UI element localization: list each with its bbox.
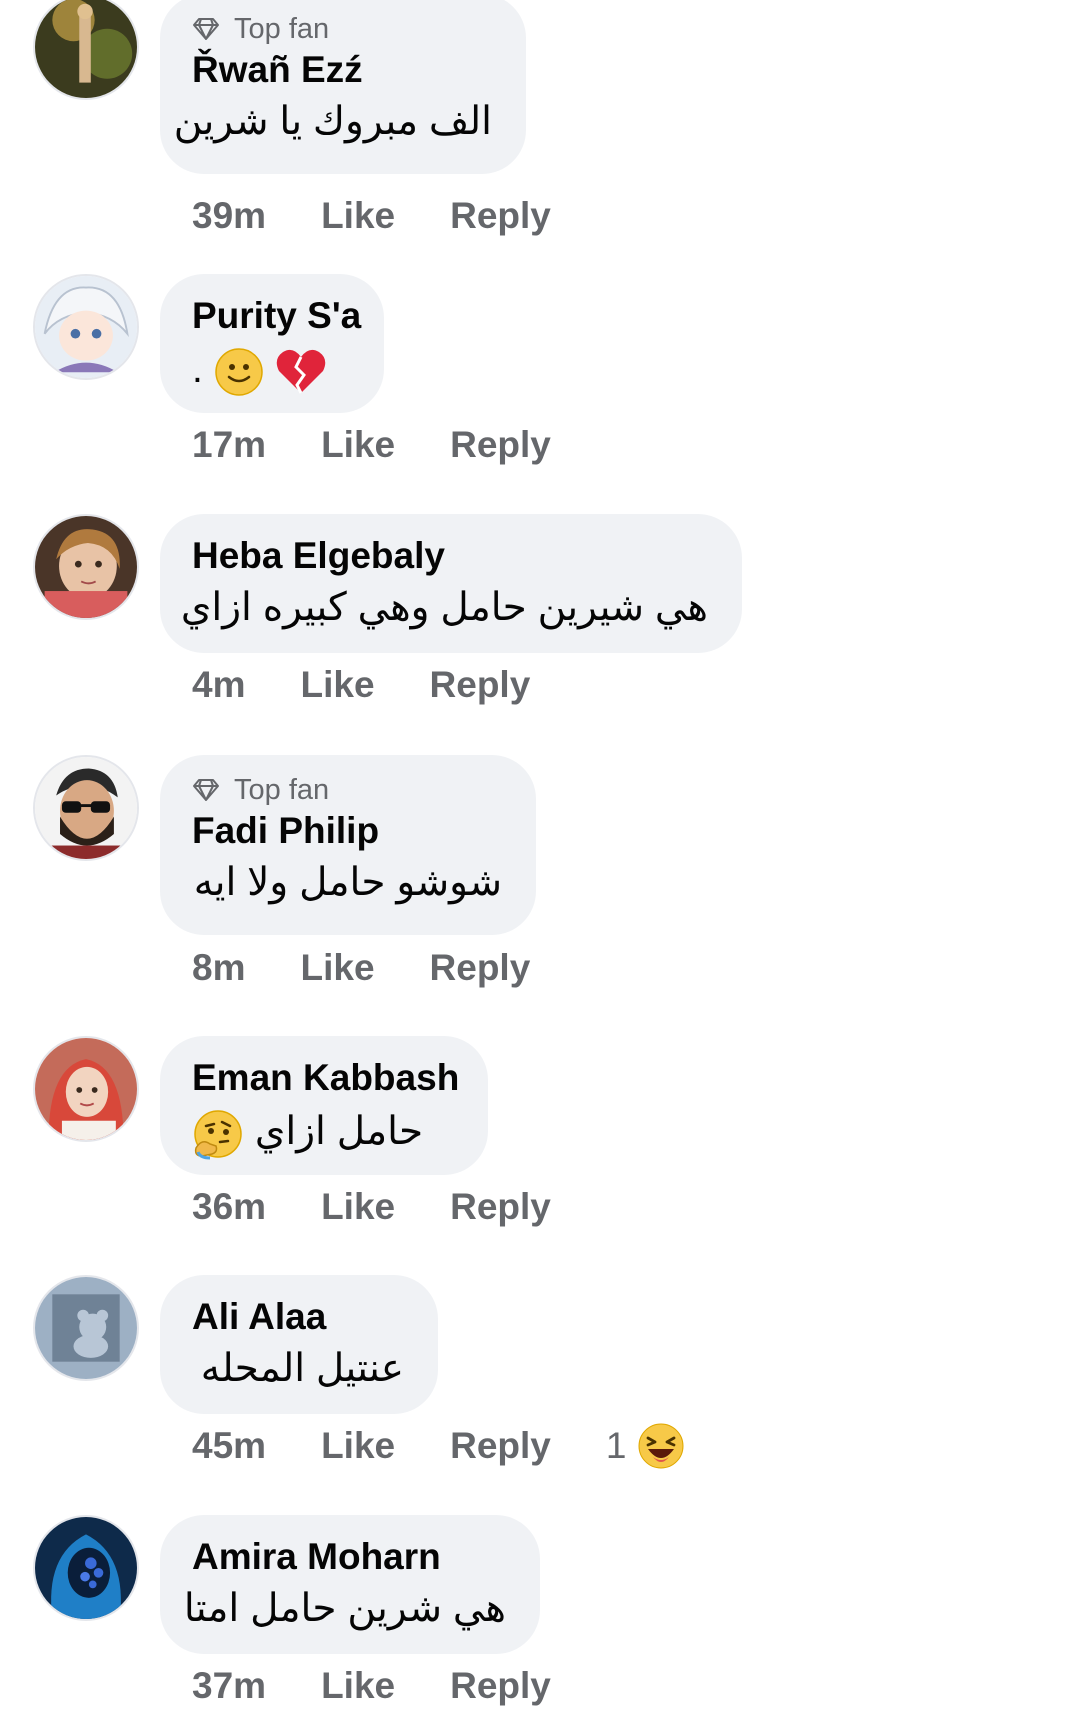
comment-actions: 8m Like Reply <box>192 943 530 993</box>
comment-actions: 39m Like Reply <box>192 191 551 241</box>
comment-author[interactable]: Eman Kabbash <box>192 1054 459 1102</box>
woman-photo-avatar[interactable] <box>33 1036 139 1142</box>
comment-bubble[interactable]: Heba Elgebaly هي شيرين حامل وهي كبيره از… <box>160 514 742 653</box>
comment-bubble[interactable]: Eman Kabbash حامل ازاي <box>160 1036 488 1175</box>
comment-text: عنتيل المحله <box>200 1347 404 1390</box>
comment-author[interactable]: Purity S'a <box>192 292 361 340</box>
reply-button[interactable]: Reply <box>450 1186 551 1228</box>
comment-time[interactable]: 45m <box>192 1425 266 1467</box>
comment-actions: 45m Like Reply 1 <box>192 1421 684 1471</box>
comment-time[interactable]: 37m <box>192 1665 266 1707</box>
comment-bubble[interactable]: Purity S'a . <box>160 274 384 413</box>
top-fan-badge: Top fan <box>192 773 502 807</box>
comment-actions: 17m Like Reply <box>192 420 551 470</box>
slightly-smiling-face-icon <box>214 347 263 396</box>
comment-author[interactable]: Amira Moharn <box>192 1533 506 1581</box>
reply-button[interactable]: Reply <box>430 947 531 989</box>
like-button[interactable]: Like <box>321 1665 395 1707</box>
teddy-bear-avatar[interactable] <box>33 1275 139 1381</box>
top-fan-badge: Top fan <box>192 12 492 46</box>
like-button[interactable]: Like <box>300 947 374 989</box>
comment-time[interactable]: 36m <box>192 1186 266 1228</box>
comment-time[interactable]: 17m <box>192 424 266 466</box>
broken-heart-icon <box>276 349 325 394</box>
comment-author[interactable]: Fadi Philip <box>192 807 502 855</box>
comment-actions: 4m Like Reply <box>192 660 530 710</box>
reply-button[interactable]: Reply <box>450 424 551 466</box>
comment-bubble[interactable]: Top fan Fadi Philip شوشو حامل ولا ايه <box>160 755 536 935</box>
comment-text: الف مبروك يا شرين <box>173 100 492 143</box>
comment-text: هي شرين حامل امتا <box>183 1587 506 1630</box>
anime-character-avatar[interactable] <box>33 274 139 380</box>
comment-bubble[interactable]: Ali Alaa عنتيل المحله <box>160 1275 438 1414</box>
comment-author[interactable]: Ali Alaa <box>192 1293 404 1341</box>
reaction-count: 1 <box>605 1425 627 1466</box>
like-button[interactable]: Like <box>300 664 374 706</box>
laughing-face-icon <box>638 1423 684 1469</box>
comment-time[interactable]: 8m <box>192 947 245 989</box>
reply-button[interactable]: Reply <box>430 664 531 706</box>
comment-time[interactable]: 4m <box>192 664 245 706</box>
like-button[interactable]: Like <box>321 195 395 237</box>
reply-button[interactable]: Reply <box>450 1665 551 1707</box>
reply-button[interactable]: Reply <box>450 195 551 237</box>
like-button[interactable]: Like <box>321 424 395 466</box>
reaction-summary[interactable]: 1 <box>606 1423 685 1469</box>
comment-time[interactable]: 39m <box>192 195 266 237</box>
user-photo-avatar[interactable] <box>33 0 139 100</box>
comment-bubble[interactable]: Top fan Řwañ Ezź الف مبروك يا شرين <box>160 0 526 174</box>
comment-bubble[interactable]: Amira Moharn هي شرين حامل امتا <box>160 1515 540 1654</box>
diamond-icon <box>192 778 220 802</box>
comment-text: شوشو حامل ولا ايه <box>193 861 502 904</box>
man-sunglasses-avatar[interactable] <box>33 755 139 861</box>
like-button[interactable]: Like <box>321 1425 395 1467</box>
comment-text: . <box>192 340 350 400</box>
comment-actions: 36m Like Reply <box>192 1182 551 1232</box>
thinking-face-icon <box>194 1109 242 1160</box>
comment-author[interactable]: Řwañ Ezź <box>192 46 492 94</box>
reply-button[interactable]: Reply <box>450 1425 551 1467</box>
comment-actions: 37m Like Reply <box>192 1661 551 1711</box>
hooded-figure-avatar[interactable] <box>33 1515 139 1621</box>
comment-text: هي شيرين حامل وهي كبيره ازاي <box>180 586 708 629</box>
comment-text: حامل ازاي <box>192 1102 454 1162</box>
diamond-icon <box>192 17 220 41</box>
comment-author[interactable]: Heba Elgebaly <box>192 532 708 580</box>
like-button[interactable]: Like <box>321 1186 395 1228</box>
child-photo-avatar[interactable] <box>33 514 139 620</box>
